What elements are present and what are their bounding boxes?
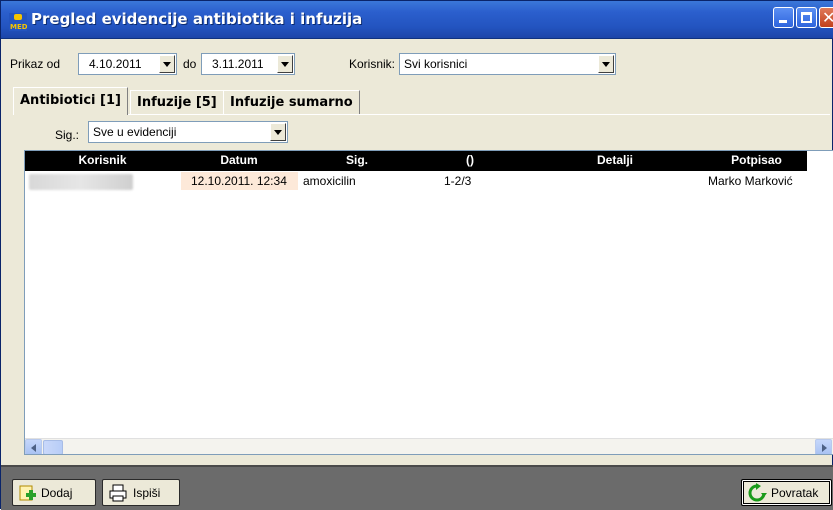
- sig-dropdown-icon[interactable]: [270, 123, 286, 141]
- title-bar[interactable]: MED Pregled evidencije antibiotika i inf…: [1, 1, 833, 39]
- povratak-label: Povratak: [771, 486, 819, 500]
- korisnik-select[interactable]: Svi korisnici: [399, 53, 616, 75]
- sig-cell: amoxicilin: [303, 174, 356, 188]
- maximize-icon: [801, 12, 812, 23]
- table-header: Korisnik Datum Sig. () Detalji Potpisao: [25, 151, 807, 171]
- horizontal-scrollbar[interactable]: [25, 438, 833, 454]
- scroll-thumb[interactable]: [43, 440, 63, 454]
- scroll-right-icon[interactable]: [815, 439, 832, 454]
- tab-infuzije[interactable]: Infuzije [5]: [130, 90, 224, 115]
- tab-infuzije-sumarno[interactable]: Infuzije sumarno: [223, 90, 360, 115]
- svg-text:MED: MED: [10, 23, 27, 31]
- tab-antibiotici[interactable]: Antibiotici [1]: [13, 87, 128, 115]
- do-label: do: [183, 57, 197, 71]
- scroll-left-icon[interactable]: [25, 439, 42, 454]
- column-header-detalji[interactable]: Detalji: [524, 153, 706, 167]
- redacted-korisnik-cell: [29, 174, 133, 190]
- column-header-potpisao[interactable]: Potpisao: [706, 153, 807, 167]
- date-to-picker[interactable]: 3.11.2011: [201, 53, 295, 75]
- povratak-button[interactable]: Povratak: [741, 479, 832, 506]
- dodaj-label: Dodaj: [41, 486, 73, 500]
- dodaj-button[interactable]: Dodaj: [12, 479, 96, 506]
- date-from-picker[interactable]: 4.10.2011: [78, 53, 177, 75]
- sig-select[interactable]: Sve u evidenciji: [88, 121, 288, 143]
- dose-cell: 1-2/3: [444, 174, 472, 188]
- main-window: MED Pregled evidencije antibiotika i inf…: [0, 0, 833, 510]
- med-app-icon: MED: [9, 13, 27, 31]
- date-from-value: 4.10.2011: [89, 57, 142, 71]
- minimize-button[interactable]: [773, 7, 794, 28]
- refresh-icon: [748, 483, 767, 502]
- antibiotics-table[interactable]: Korisnik Datum Sig. () Detalji Potpisao …: [24, 150, 833, 455]
- printer-icon: [109, 484, 127, 502]
- korisnik-value: Svi korisnici: [404, 57, 468, 71]
- date-to-value: 3.11.2011: [212, 57, 264, 71]
- column-header-korisnik[interactable]: Korisnik: [25, 153, 180, 167]
- column-header-sig[interactable]: Sig.: [298, 153, 416, 167]
- close-icon: ✕: [822, 8, 833, 27]
- korisnik-dropdown-icon[interactable]: [598, 55, 614, 73]
- close-button[interactable]: ✕: [819, 7, 833, 28]
- table-row[interactable]: 12.10.2011. 12:34 amoxicilin 1-2/3 Marko…: [25, 172, 807, 190]
- column-header-dose[interactable]: (): [416, 153, 524, 167]
- ispisi-label: Ispiši: [133, 486, 161, 500]
- ispisi-button[interactable]: Ispiši: [102, 479, 180, 506]
- minimize-icon: [779, 20, 787, 23]
- korisnik-label: Korisnik:: [349, 57, 396, 71]
- potpisao-cell: Marko Marković: [708, 174, 793, 188]
- bottom-toolbar: Dodaj Ispiši Povratak: [1, 465, 833, 510]
- datum-cell: 12.10.2011. 12:34: [191, 174, 287, 188]
- sig-label: Sig.:: [55, 128, 80, 142]
- maximize-button[interactable]: [796, 7, 817, 28]
- window-title: Pregled evidencije antibiotika i infuzij…: [31, 10, 363, 28]
- prikaz-od-label: Prikaz od: [10, 57, 61, 71]
- date-to-dropdown-icon[interactable]: [277, 55, 293, 73]
- sig-value: Sve u evidenciji: [93, 125, 177, 139]
- date-from-dropdown-icon[interactable]: [159, 55, 175, 73]
- column-header-datum[interactable]: Datum: [180, 153, 298, 167]
- add-document-icon: [19, 485, 36, 501]
